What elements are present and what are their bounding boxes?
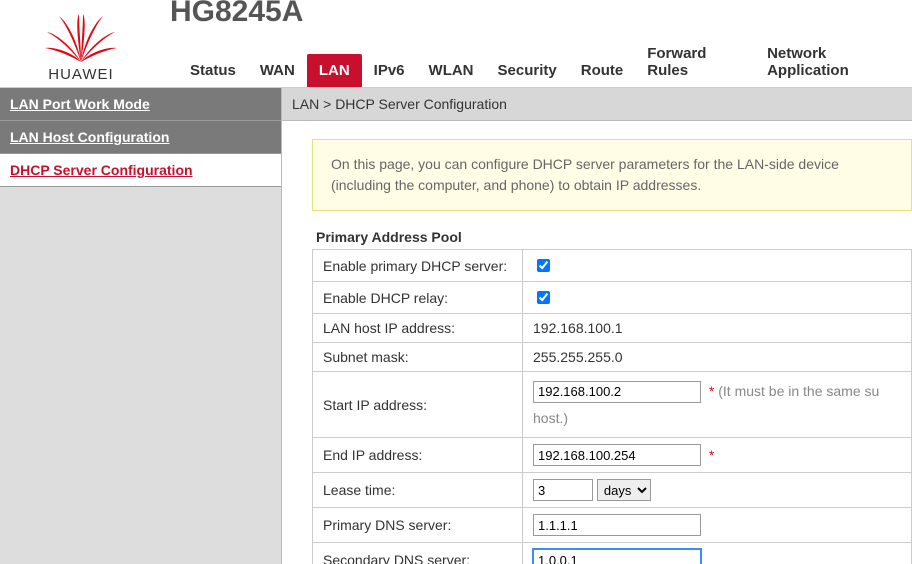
input-start-ip[interactable] [533, 381, 701, 403]
nav-ipv6[interactable]: IPv6 [362, 54, 417, 87]
input-end-ip[interactable] [533, 444, 701, 466]
hint-start-ip-1: (It must be in the same su [718, 383, 879, 399]
label-subnet-mask: Subnet mask: [313, 343, 523, 372]
sidebar-item-lan-host-configuration[interactable]: LAN Host Configuration [0, 121, 281, 154]
nav-wan[interactable]: WAN [248, 54, 307, 87]
nav-wlan[interactable]: WLAN [417, 54, 486, 87]
hint-start-ip-2: host.) [533, 410, 568, 426]
required-marker: * [709, 447, 714, 463]
row-secondary-dns: Secondary DNS server: [313, 543, 912, 564]
select-lease-unit[interactable]: days [597, 479, 651, 501]
row-lease-time: Lease time: days [313, 473, 912, 508]
row-enable-relay: Enable DHCP relay: [313, 282, 912, 314]
label-enable-primary: Enable primary DHCP server: [313, 250, 523, 282]
row-end-ip: End IP address: * [313, 438, 912, 473]
checkbox-enable-relay[interactable] [537, 291, 550, 304]
input-lease-time[interactable] [533, 479, 593, 501]
value-lan-host-ip: 192.168.100.1 [523, 314, 912, 343]
nav-security[interactable]: Security [486, 54, 569, 87]
label-start-ip: Start IP address: [313, 372, 523, 438]
title-nav: HG8245A Status WAN LAN IPv6 WLAN Securit… [162, 0, 912, 87]
content: LAN > DHCP Server Configuration On this … [282, 88, 912, 564]
label-end-ip: End IP address: [313, 438, 523, 473]
value-subnet-mask: 255.255.255.0 [523, 343, 912, 372]
nav-status[interactable]: Status [178, 54, 248, 87]
row-start-ip: Start IP address: * (It must be in the s… [313, 372, 912, 438]
checkbox-enable-primary[interactable] [537, 259, 550, 272]
huawei-logo-icon [45, 14, 117, 64]
row-lan-host-ip: LAN host IP address: 192.168.100.1 [313, 314, 912, 343]
row-primary-dns: Primary DNS server: [313, 508, 912, 543]
input-secondary-dns[interactable] [533, 549, 701, 564]
label-secondary-dns: Secondary DNS server: [313, 543, 523, 564]
sidebar-item-dhcp-server-configuration[interactable]: DHCP Server Configuration [0, 154, 281, 187]
label-lease-time: Lease time: [313, 473, 523, 508]
nav-lan[interactable]: LAN [307, 54, 362, 87]
label-primary-dns: Primary DNS server: [313, 508, 523, 543]
dhcp-form-table: Enable primary DHCP server: Enable DHCP … [312, 249, 912, 564]
section-title: Primary Address Pool [316, 229, 912, 245]
required-marker: * [709, 383, 714, 399]
page: On this page, you can configure DHCP ser… [282, 121, 912, 564]
label-lan-host-ip: LAN host IP address: [313, 314, 523, 343]
logo-block: HUAWEI [0, 8, 162, 87]
label-enable-relay: Enable DHCP relay: [313, 282, 523, 314]
nav-forward-rules[interactable]: Forward Rules [635, 37, 755, 87]
row-subnet-mask: Subnet mask: 255.255.255.0 [313, 343, 912, 372]
brand-name: HUAWEI [0, 66, 162, 83]
row-enable-primary: Enable primary DHCP server: [313, 250, 912, 282]
header: HUAWEI HG8245A Status WAN LAN IPv6 WLAN … [0, 0, 912, 88]
sidebar: LAN Port Work Mode LAN Host Configuratio… [0, 88, 282, 564]
nav-network-application[interactable]: Network Application [755, 37, 912, 87]
body: LAN Port Work Mode LAN Host Configuratio… [0, 88, 912, 564]
info-banner: On this page, you can configure DHCP ser… [312, 139, 912, 211]
breadcrumb: LAN > DHCP Server Configuration [282, 88, 912, 121]
nav-route[interactable]: Route [569, 54, 636, 87]
main-nav: Status WAN LAN IPv6 WLAN Security Route … [178, 37, 912, 87]
sidebar-item-lan-port-work-mode[interactable]: LAN Port Work Mode [0, 88, 281, 121]
input-primary-dns[interactable] [533, 514, 701, 536]
model-title: HG8245A [170, 0, 912, 29]
